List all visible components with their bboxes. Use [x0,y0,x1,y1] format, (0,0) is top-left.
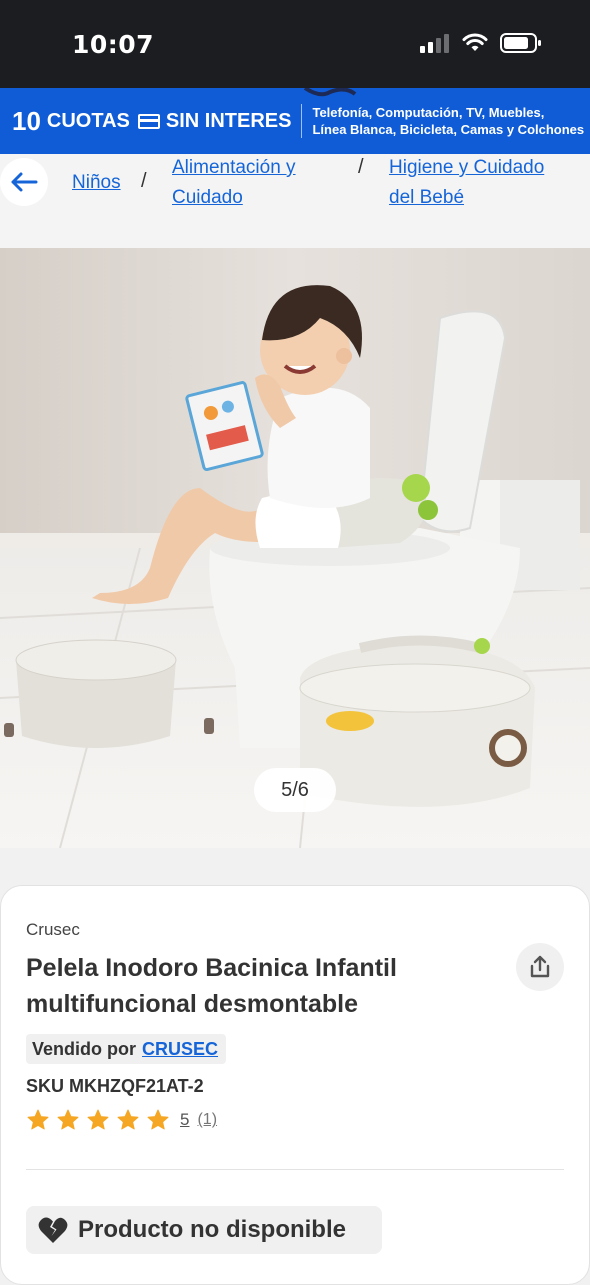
promo-categories-line-1: Telefonía, Computación, TV, Muebles, [312,105,545,120]
promo-banner[interactable]: 10 CUOTAS SIN INTERES Telefonía, Computa… [0,88,590,154]
broken-heart-icon [38,1217,68,1243]
promo-categories-line-2: Línea Blanca, Bicicleta, Camas y Colchon… [312,122,585,137]
share-button[interactable] [516,943,564,991]
breadcrumb-link-alimentacion-line-1: Alimentación y [172,157,296,178]
unavailable-badge: Producto no disponible [26,1206,382,1254]
share-icon [530,955,550,978]
rating-count[interactable]: (1) [197,1111,217,1129]
divider [26,1169,564,1170]
back-button[interactable] [0,158,48,206]
battery-icon [500,33,541,53]
credit-card-icon [137,113,160,129]
breadcrumb-link-higiene-line-1: Higiene y Cuidado [389,157,545,178]
product-photo [0,248,590,848]
product-title: Pelela Inodoro Bacinica Infantil multifu… [26,954,397,1018]
promo-categories: Telefonía, Computación, TV, Muebles, Lín… [312,104,584,138]
breadcrumb-link-higiene[interactable]: Higiene y Cuidado del Bebé [389,153,544,213]
star-icon [117,1109,139,1130]
promo-number: 10 [12,105,41,136]
product-image[interactable]: 5/6 [0,248,590,848]
breadcrumb-link-alimentacion-line-2: Cuidado [172,187,243,208]
star-icon [27,1109,49,1130]
product-rating[interactable]: 5 (1) [26,1108,217,1132]
promo-installments: 10 CUOTAS SIN INTERES [0,106,291,137]
rating-value: 5 [180,1110,190,1129]
arrow-left-icon [11,172,38,192]
unavailable-label: Producto no disponible [78,1216,346,1243]
cellular-signal-icon [420,34,449,53]
promo-decoration-icon [303,88,357,97]
breadcrumb-separator: / [358,156,364,178]
promo-cuotas-label: CUOTAS [46,109,130,132]
breadcrumb-link-alimentacion[interactable]: Alimentación y Cuidado [172,153,296,213]
seller-badge: Vendido por CRUSEC [26,1034,227,1064]
wifi-icon [462,33,488,51]
breadcrumb-link-ninos[interactable]: Niños [72,168,121,198]
breadcrumb-link-higiene-line-2: del Bebé [389,187,465,208]
gallery-pager: 5/6 [254,768,336,812]
star-icon [87,1109,109,1130]
product-sku: SKU MKHZQF21AT-2 [26,1076,204,1096]
promo-sin-interes-label: SIN INTERES [165,109,292,132]
star-icon [57,1109,79,1130]
breadcrumb-separator: / [141,170,147,192]
seller-link[interactable]: CRUSEC [142,1039,218,1060]
status-time: 10:07 [72,30,155,59]
seller-label: Vendido por [32,1038,137,1059]
status-icons [420,32,542,54]
promo-divider [301,104,303,138]
status-bar: 10:07 [0,0,590,88]
star-icon [147,1109,169,1130]
product-brand[interactable]: Crusec [26,920,80,940]
